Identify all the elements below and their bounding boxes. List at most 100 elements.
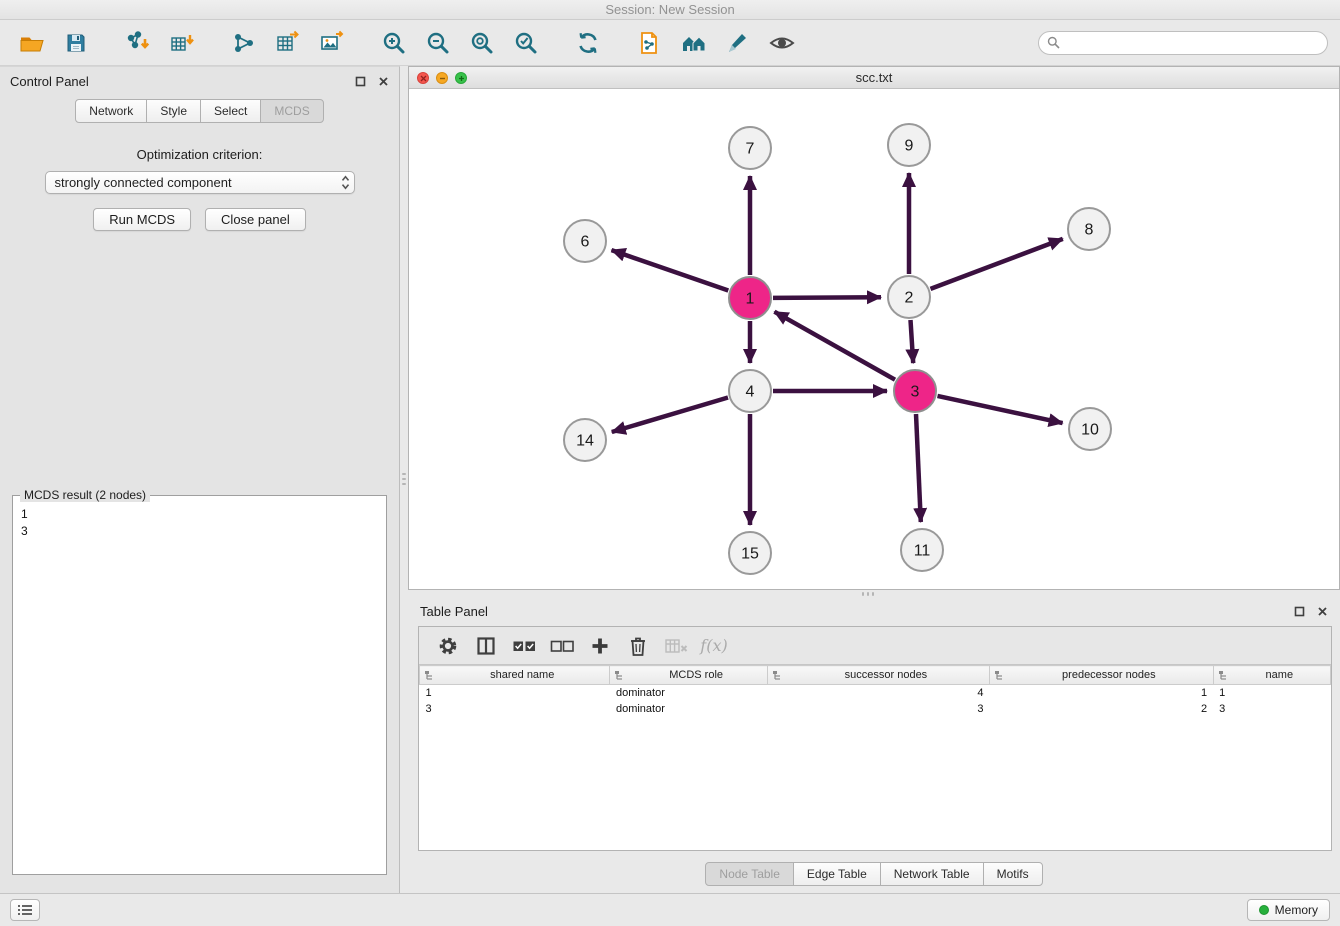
fx-label: f(x) <box>700 636 727 655</box>
edge-2-3[interactable] <box>911 320 914 363</box>
edge-3-11[interactable] <box>916 414 921 522</box>
memory-button[interactable]: Memory <box>1247 899 1330 921</box>
control-panel-float-button[interactable] <box>355 76 366 87</box>
node-label-15: 15 <box>741 546 759 563</box>
zoom-in-button[interactable] <box>374 24 414 62</box>
network-close-button[interactable] <box>417 72 429 84</box>
column-header-predecessor-nodes[interactable]: predecessor nodes <box>990 666 1214 685</box>
tab-node-table[interactable]: Node Table <box>705 862 794 886</box>
import-network-button[interactable] <box>118 24 158 62</box>
control-panel-close-button[interactable] <box>378 76 389 87</box>
network-maximize-button[interactable] <box>455 72 467 84</box>
column-header-name[interactable]: name <box>1213 666 1330 685</box>
gear-icon <box>437 635 459 657</box>
cell-mcds-role[interactable]: dominator <box>610 685 767 701</box>
node-15[interactable]: 15 <box>729 532 771 574</box>
mcds-result-line: 1 <box>21 506 382 523</box>
edge-3-1[interactable] <box>774 312 895 380</box>
brush-icon <box>725 30 751 56</box>
deselect-all-columns-button[interactable] <box>545 631 579 661</box>
table-panel-close-button[interactable] <box>1317 606 1328 617</box>
node-2[interactable]: 2 <box>888 276 930 318</box>
cell-predecessor-nodes[interactable]: 2 <box>990 701 1214 717</box>
open-session-button[interactable] <box>12 24 52 62</box>
node-3[interactable]: 3 <box>894 370 936 412</box>
node-8[interactable]: 8 <box>1068 208 1110 250</box>
cell-successor-nodes[interactable]: 4 <box>767 685 989 701</box>
add-column-button[interactable] <box>583 631 617 661</box>
window-titlebar: Session: New Session <box>0 0 1340 20</box>
cell-shared-name[interactable]: 1 <box>420 685 610 701</box>
edge-3-10[interactable] <box>938 396 1063 423</box>
select-all-columns-button[interactable] <box>507 631 541 661</box>
mcds-result-line: 3 <box>21 523 382 540</box>
select-chevrons-icon <box>341 175 350 190</box>
export-image-button[interactable] <box>312 24 352 62</box>
network-minimize-button[interactable] <box>436 72 448 84</box>
control-panel-title: Control Panel <box>10 74 89 89</box>
cell-successor-nodes[interactable]: 3 <box>767 701 989 717</box>
zoom-selected-button[interactable] <box>506 24 546 62</box>
tab-style[interactable]: Style <box>146 99 201 123</box>
column-header-successor-nodes[interactable]: successor nodes <box>767 666 989 685</box>
cell-shared-name[interactable]: 3 <box>420 701 610 717</box>
tab-network-table[interactable]: Network Table <box>880 862 984 886</box>
edge-2-8[interactable] <box>931 239 1063 289</box>
split-panel-button[interactable] <box>469 631 503 661</box>
column-header-shared-name[interactable]: shared name <box>420 666 610 685</box>
cell-name[interactable]: 3 <box>1213 701 1330 717</box>
window-title: Session: New Session <box>605 2 734 17</box>
tab-motifs[interactable]: Motifs <box>983 862 1043 886</box>
clipboard-network-button[interactable] <box>630 24 670 62</box>
cell-predecessor-nodes[interactable]: 1 <box>990 685 1214 701</box>
close-panel-button[interactable]: Close panel <box>205 208 306 231</box>
tab-edge-table[interactable]: Edge Table <box>793 862 881 886</box>
ndex-button[interactable] <box>674 24 714 62</box>
criterion-select[interactable]: strongly connected component <box>45 171 355 194</box>
node-10[interactable]: 10 <box>1069 408 1111 450</box>
node-7[interactable]: 7 <box>729 127 771 169</box>
node-11[interactable]: 11 <box>901 529 943 571</box>
search-icon <box>1047 36 1060 49</box>
table-panel-float-button[interactable] <box>1294 606 1305 617</box>
tab-network[interactable]: Network <box>75 99 147 123</box>
mcds-result-list[interactable]: 1 3 <box>21 506 382 870</box>
style-button[interactable] <box>718 24 758 62</box>
search-input[interactable] <box>1065 36 1319 50</box>
network-view-titlebar[interactable]: scc.txt <box>409 67 1339 89</box>
column-header-mcds-role[interactable]: MCDS role <box>610 666 767 685</box>
node-14[interactable]: 14 <box>564 419 606 461</box>
show-panels-button[interactable] <box>10 899 40 921</box>
edge-1-2[interactable] <box>773 297 881 298</box>
node-9[interactable]: 9 <box>888 124 930 166</box>
table-settings-button[interactable] <box>431 631 465 661</box>
apply-layout-button[interactable] <box>568 24 608 62</box>
save-session-button[interactable] <box>56 24 96 62</box>
cell-name[interactable]: 1 <box>1213 685 1330 701</box>
node-1[interactable]: 1 <box>729 277 771 319</box>
tab-mcds[interactable]: MCDS <box>260 99 323 123</box>
new-network-button[interactable] <box>224 24 264 62</box>
tab-select[interactable]: Select <box>200 99 261 123</box>
network-view-title: scc.txt <box>856 70 893 85</box>
node-4[interactable]: 4 <box>729 370 771 412</box>
import-table-button[interactable] <box>162 24 202 62</box>
export-table-button[interactable] <box>268 24 308 62</box>
cell-mcds-role[interactable]: dominator <box>610 701 767 717</box>
search-box[interactable] <box>1038 31 1328 55</box>
node-6[interactable]: 6 <box>564 220 606 262</box>
table-header-row: shared name MCDS role successor nodes pr… <box>420 666 1331 685</box>
edge-4-14[interactable] <box>612 398 728 433</box>
show-graphics-button[interactable] <box>762 24 802 62</box>
zoom-out-button[interactable] <box>418 24 458 62</box>
control-panel-tabs: Network Style Select MCDS <box>0 99 399 123</box>
run-mcds-button[interactable]: Run MCDS <box>93 208 191 231</box>
edges-layer <box>612 173 1063 525</box>
zoom-fit-button[interactable] <box>462 24 502 62</box>
network-canvas[interactable]: 1 2 3 4 6 7 8 9 10 11 14 15 <box>409 89 1339 589</box>
delete-column-button[interactable] <box>621 631 655 661</box>
vertical-splitter[interactable] <box>400 66 408 893</box>
horizontal-splitter[interactable] <box>408 590 1340 598</box>
edge-1-6[interactable] <box>612 250 729 290</box>
table-panel: Table Panel <box>408 598 1340 893</box>
